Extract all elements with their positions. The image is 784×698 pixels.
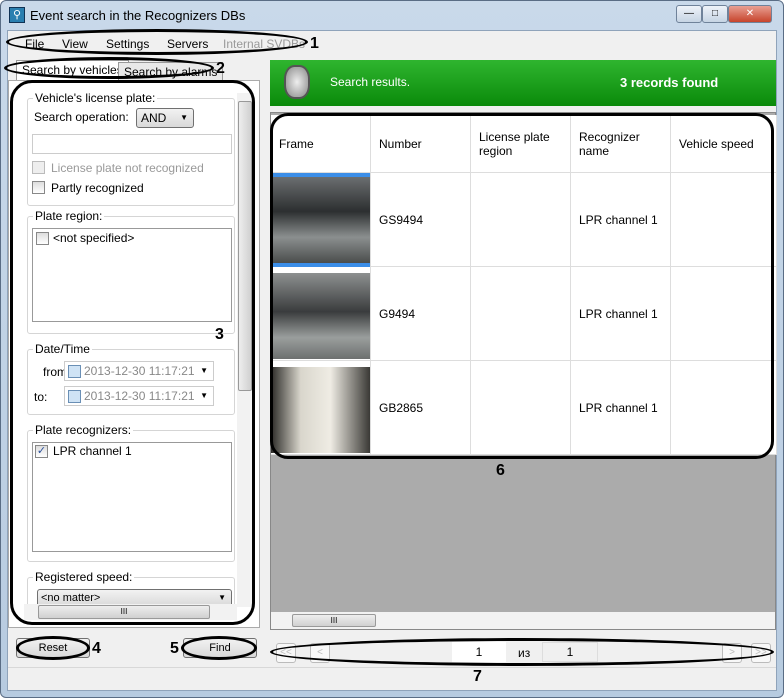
window-title: Event search in the Recognizers DBs <box>30 8 246 23</box>
annotation-oval <box>4 57 214 79</box>
annotation-number: 5 <box>170 640 179 657</box>
annotation-oval <box>270 638 774 666</box>
results-title: Search results. <box>330 75 411 89</box>
annotation-number: 1 <box>310 35 319 52</box>
annotation-oval <box>10 80 255 625</box>
annotation-number: 4 <box>92 640 101 657</box>
annotation-oval <box>181 636 257 660</box>
results-count: 3 records found <box>620 75 719 90</box>
scroll-thumb[interactable]: III <box>292 614 376 627</box>
database-search-icon <box>284 65 310 99</box>
annotation-oval <box>270 113 774 459</box>
annotation-oval <box>16 636 90 660</box>
annotation-number: 3 <box>215 326 224 343</box>
grid-horizontal-scrollbar[interactable]: III <box>271 612 775 629</box>
annotation-number: 7 <box>473 668 482 685</box>
results-banner: Search results. 3 records found <box>270 60 776 106</box>
minimize-button[interactable]: — <box>676 5 702 23</box>
status-bar <box>8 667 776 668</box>
annotation-number: 6 <box>496 462 505 479</box>
annotation-number: 2 <box>216 60 225 77</box>
maximize-button[interactable]: □ <box>702 5 728 23</box>
app-icon: ⚲ <box>9 7 25 23</box>
close-button[interactable]: ✕ <box>728 5 772 23</box>
annotation-oval <box>6 29 308 55</box>
